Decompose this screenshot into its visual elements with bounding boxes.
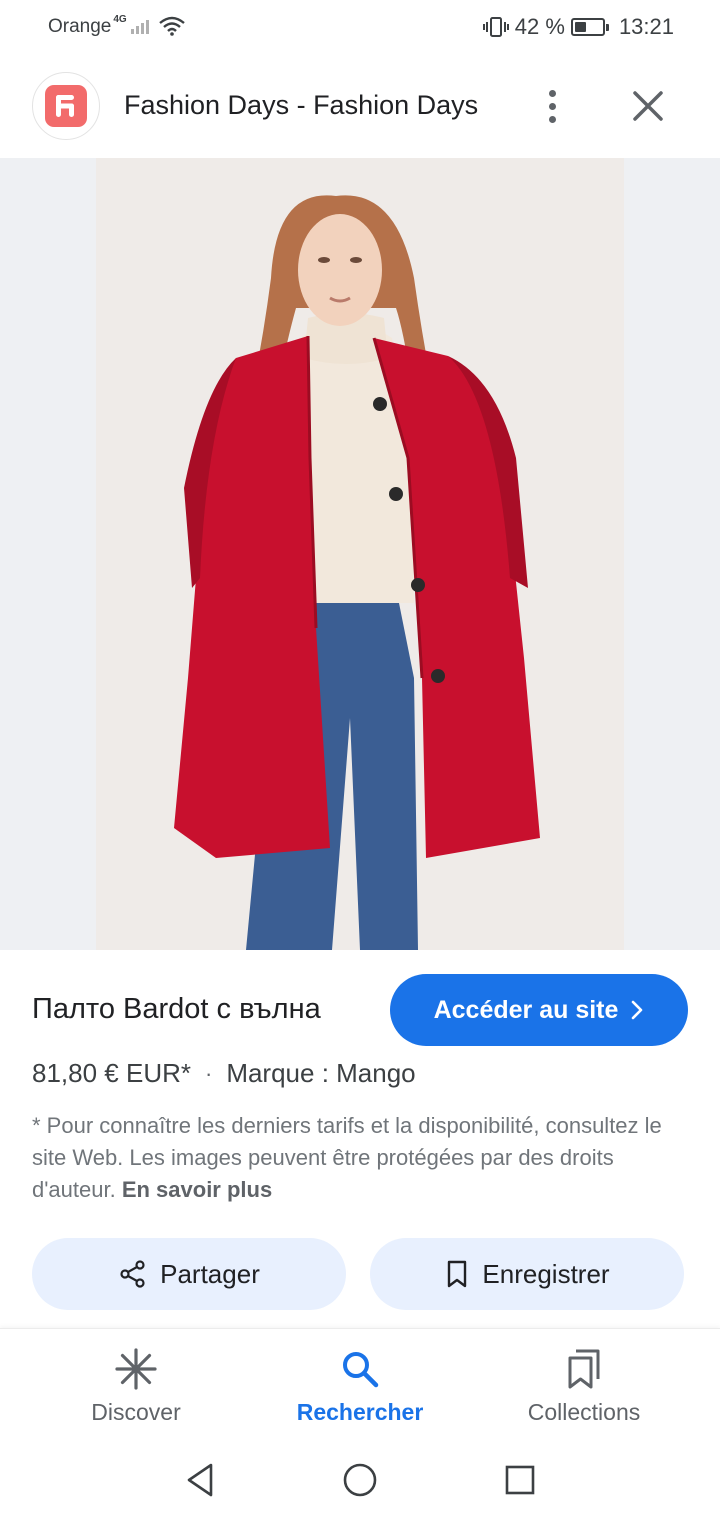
nav-label-discover: Discover: [91, 1399, 181, 1425]
header: Fashion Days - Fashion Days: [0, 56, 720, 158]
signal-icon: [130, 18, 149, 34]
battery-percent: 42 %: [514, 14, 565, 39]
collections-icon: [568, 1349, 600, 1389]
visit-site-button[interactable]: Accéder au site: [390, 974, 688, 1046]
close-button[interactable]: [626, 84, 670, 128]
nav-item-collections[interactable]: Collections: [484, 1329, 684, 1439]
site-logo: [32, 72, 100, 140]
bookmark-icon: [448, 1260, 467, 1288]
separator-dot: ·: [204, 1060, 213, 1086]
nav-label-search: Rechercher: [296, 1399, 424, 1425]
site-title: Fashion Days - Fashion Days: [124, 90, 479, 120]
model-in-red-coat-image: [96, 158, 624, 950]
product-brand: Marque : Mango: [226, 1058, 416, 1088]
share-button[interactable]: Partager: [32, 1238, 346, 1310]
carrier-name: Orange: [48, 16, 112, 37]
clock: 13:21: [618, 14, 674, 39]
share-label: Partager: [160, 1258, 260, 1289]
network-type: 4G: [113, 14, 127, 25]
back-triangle-icon: [187, 1463, 213, 1497]
product-title: Палто Bardot с вълна: [32, 993, 321, 1025]
product-price: 81,80 € EUR*: [32, 1058, 191, 1088]
chevron-right-icon: [632, 1000, 643, 1020]
status-bar: Orange 4G 42 % 13:21: [0, 0, 720, 56]
nav-item-search[interactable]: Rechercher: [260, 1329, 460, 1439]
search-icon: [343, 1352, 379, 1388]
asterisk-icon: [115, 1348, 157, 1390]
vibrate-icon: [482, 17, 509, 37]
home-circle-icon: [343, 1463, 377, 1497]
battery-icon: [570, 18, 609, 36]
learn-more-link[interactable]: En savoir plus: [122, 1177, 272, 1202]
save-label: Enregistrer: [482, 1258, 610, 1289]
fashion-days-logo-icon: [56, 95, 74, 117]
wifi-icon: [158, 16, 185, 36]
recents-square-icon: [505, 1465, 535, 1495]
visit-site-label: Accéder au site: [433, 995, 619, 1024]
system-navigation-bar: [0, 1438, 720, 1520]
close-icon: [633, 91, 663, 121]
nav-label-collections: Collections: [527, 1399, 641, 1425]
bottom-navigation: Discover Rechercher Collections: [0, 1328, 720, 1438]
image-preview-area: [0, 158, 720, 950]
status-right: 42 % 13:21: [482, 14, 674, 40]
price-row: 81,80 € EUR* · Marque : Mango: [32, 1058, 416, 1089]
product-image[interactable]: [96, 158, 624, 950]
save-button[interactable]: Enregistrer: [370, 1238, 684, 1310]
home-button[interactable]: [340, 1460, 380, 1500]
nav-item-discover[interactable]: Discover: [36, 1329, 236, 1439]
more-options-icon[interactable]: [536, 84, 568, 128]
recents-button[interactable]: [500, 1460, 540, 1500]
carrier-info: Orange 4G: [48, 14, 185, 38]
share-icon: [120, 1260, 145, 1288]
price-disclaimer: * Pour connaître les derniers tarifs et …: [32, 1110, 702, 1206]
back-button[interactable]: [180, 1460, 220, 1500]
